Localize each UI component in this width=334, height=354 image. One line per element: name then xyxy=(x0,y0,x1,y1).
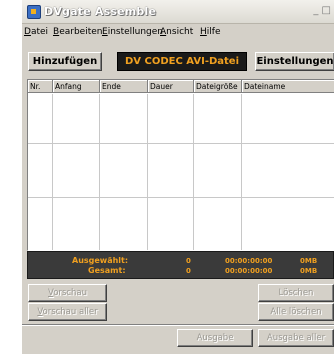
menu-datei[interactable]: Datei xyxy=(24,27,48,37)
delete-button[interactable]: Löschen xyxy=(258,284,334,302)
delete-all-button[interactable]: Alle löschen xyxy=(258,303,334,321)
window-controls[interactable]: _ □ xyxy=(313,5,331,16)
separator xyxy=(22,324,334,326)
grid-line xyxy=(28,197,334,198)
output-button[interactable]: Ausgabe xyxy=(177,329,253,347)
output-all-button[interactable]: Ausgabe aller xyxy=(258,329,334,347)
menu-ansicht[interactable]: Ansicht xyxy=(160,27,193,37)
column-header-dateiname[interactable]: Dateiname xyxy=(242,80,334,93)
codec-format-display: DV CODEC AVI-Datei xyxy=(117,52,247,71)
summary-panel: Ausgewählt: Gesamt: 0 0 00:00:00:00 00:0… xyxy=(27,251,334,279)
selected-size: 0MB xyxy=(300,257,318,265)
column-header-nr[interactable]: Nr. xyxy=(28,80,53,93)
selected-count: 0 xyxy=(186,257,191,265)
clip-list[interactable]: Nr. Anfang Ende Dauer Dateigröße Dateina… xyxy=(27,79,334,251)
add-button[interactable]: Hinzufügen xyxy=(28,52,102,71)
grid-line xyxy=(241,94,242,250)
column-header-ende[interactable]: Ende xyxy=(100,80,148,93)
grid-line xyxy=(99,94,100,250)
preview-button[interactable]: Vorschau xyxy=(28,284,107,302)
app-icon xyxy=(27,5,41,19)
total-duration: 00:00:00:00 xyxy=(225,267,273,275)
menu-bar: Datei Bearbeiten Einstellungen Ansicht H… xyxy=(22,24,334,41)
menu-einstellungen[interactable]: Einstellungen xyxy=(102,27,163,37)
preview-all-button[interactable]: Vorschau aller xyxy=(28,303,107,321)
selected-label: Ausgewählt: xyxy=(72,256,129,265)
selected-duration: 00:00:00:00 xyxy=(225,257,273,265)
column-header-dateigroesse[interactable]: Dateigröße xyxy=(194,80,242,93)
title-bar[interactable]: DVgate Assemble _ □ xyxy=(22,0,334,24)
menu-bearbeiten[interactable]: Bearbeiten xyxy=(53,27,102,37)
grid-line xyxy=(147,94,148,250)
total-size: 0MB xyxy=(300,267,318,275)
menu-hilfe[interactable]: Hilfe xyxy=(200,27,221,37)
grid-line xyxy=(193,94,194,250)
settings-button[interactable]: Einstellungen xyxy=(255,52,334,71)
column-header-anfang[interactable]: Anfang xyxy=(53,80,100,93)
total-label: Gesamt: xyxy=(88,266,126,275)
total-count: 0 xyxy=(186,267,191,275)
dvgate-window: DVgate Assemble _ □ Datei Bearbeiten Ein… xyxy=(22,0,334,354)
window-title: DVgate Assemble xyxy=(44,5,157,18)
column-header-dauer[interactable]: Dauer xyxy=(148,80,194,93)
grid-line xyxy=(52,94,53,250)
grid-line xyxy=(28,143,334,144)
